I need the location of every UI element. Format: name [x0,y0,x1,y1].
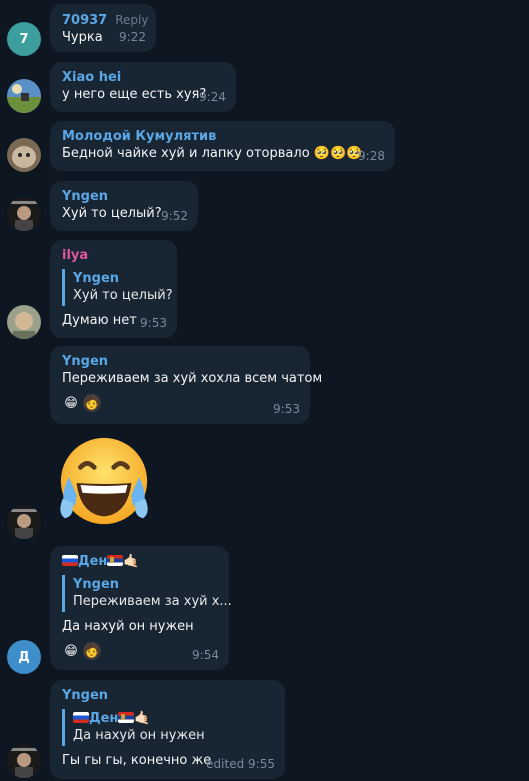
message-time: 9:52 [161,209,188,223]
message-bubble[interactable]: Yngen Ден 🤙🏻 Да нахуй он нужен Гы гы гы, … [50,680,285,779]
avatar[interactable]: Д [7,640,41,674]
message-bubble[interactable]: 70937 Reply Чурка 9:22 [50,4,156,52]
avatar[interactable]: 7 [7,22,41,56]
avatar[interactable] [7,305,41,339]
message-bubble[interactable]: Yngen Переживаем за хуй хохла всем чатом… [50,346,323,424]
serbia-flag-icon [118,712,135,723]
edited-label: edited [206,757,245,771]
sender-name[interactable]: Yngen [62,189,186,205]
message-time: 9:24 [199,90,226,104]
avatar-image [7,305,41,339]
quote-text: Хуй то целый? [73,288,173,303]
serbia-flag-icon [107,555,124,566]
quote-sender: Yngen [73,577,120,592]
quote-text: Да нахуй он нужен [73,728,205,743]
sender-name[interactable]: ilya [62,248,165,264]
avatar-image [7,138,41,172]
russia-flag-icon [73,712,89,723]
sender-name[interactable]: 70937 [62,13,107,28]
reply-quote[interactable]: Ден 🤙🏻 Да нахуй он нужен [62,709,273,746]
quote-sender: Ден [89,711,119,726]
call-me-hand-icon: 🤙🏻 [134,711,151,726]
quote-text: Переживаем за хуй х... [73,594,232,609]
reactions: 😁 🧑 [62,394,298,412]
reply-button[interactable]: Reply [115,13,148,27]
avatar[interactable] [7,79,41,113]
message-bubble[interactable]: Ден 🤙🏻 Yngen Переживаем за хуй х... Да на… [50,546,232,670]
avatar[interactable] [7,744,41,778]
call-me-hand-icon: 🤙🏻 [123,554,140,569]
tears-of-joy-sticker-icon[interactable] [55,434,153,532]
reaction-grin-icon[interactable]: 😁 [62,394,80,412]
avatar-image [7,505,41,539]
reply-quote[interactable]: Yngen Хуй то целый? [62,269,173,306]
reaction-grin-icon[interactable]: 😁 [62,642,80,660]
message-time: 9:22 [119,30,146,44]
message-text: Переживаем за хуй хохла всем чатом [62,371,323,386]
avatar[interactable] [7,138,41,172]
sender-name[interactable]: Yngen [62,354,298,370]
message-time: 9:53 [273,402,300,416]
avatar-image [7,197,41,231]
avatar-image [7,744,41,778]
reaction-avatar-icon[interactable]: 🧑 [83,394,101,412]
avatar-image [7,79,41,113]
sender-name[interactable]: Молодой Кумулятив [62,129,383,145]
message-bubble[interactable]: Xiao hei у него еще есть хуя? 9:24 [50,62,236,112]
message-time: edited 9:55 [206,757,275,771]
message-text: Да нахуй он нужен [62,619,194,634]
message-bubble[interactable]: Yngen Хуй то целый? 9:52 [50,181,198,231]
avatar[interactable] [7,197,41,231]
message-time: 9:53 [140,316,167,330]
message-time: 9:28 [358,149,385,163]
message-bubble[interactable]: ilya Yngen Хуй то целый? Думаю нет 9:53 [50,240,177,338]
russia-flag-icon [62,555,78,566]
message-bubble[interactable]: Молодой Кумулятив Бедной чайке хуй и лап… [50,121,395,171]
message-text: Бедной чайке хуй и лапку оторвало 🥺🥺🥺 [62,146,363,161]
reply-quote[interactable]: Yngen Переживаем за хуй х... [62,575,232,612]
sender-name[interactable]: Yngen [62,688,273,704]
sender-name[interactable]: Ден [78,554,107,569]
reaction-avatar-icon[interactable]: 🧑 [83,642,101,660]
avatar[interactable] [7,505,41,539]
sender-name[interactable]: Xiao hei [62,70,224,86]
message-time: 9:54 [192,648,219,662]
quote-sender: Yngen [73,271,120,286]
